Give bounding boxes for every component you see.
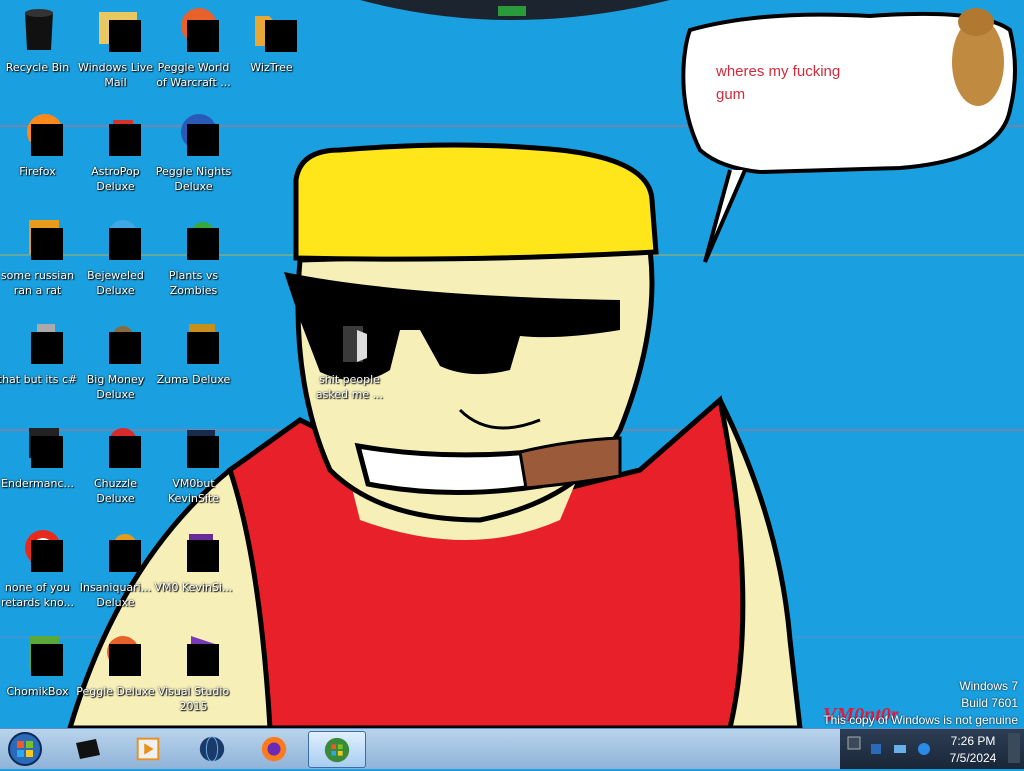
icon-label: Insaniquari... Deluxe	[79, 581, 152, 609]
icon-label: shit people asked me ...	[315, 373, 384, 401]
chomikbox-icon	[15, 630, 63, 678]
money-bag-icon	[93, 318, 141, 366]
icon-label: Endermanc...	[1, 477, 74, 490]
media-player-icon	[136, 737, 160, 760]
vm-icon	[171, 422, 219, 470]
desktop-icon-windows-live-mail[interactable]: Windows Live Mail	[78, 2, 156, 102]
mail-icon	[93, 6, 141, 54]
speech-bubble-text: wheres my fucking gum	[716, 60, 840, 106]
desktop-icon-visual-studio[interactable]: Visual Studio 2015	[156, 626, 234, 726]
desktop-icon-insaniquarium[interactable]: Insaniquari... Deluxe	[78, 522, 156, 622]
icon-label: VM0 KevinSi...	[154, 581, 233, 594]
desktop-icon-vm0but-kevinsite[interactable]: VM0but KevinSite	[156, 418, 234, 518]
windows-watermark: Windows 7 Build 7601 This copy of Window…	[823, 678, 1018, 728]
desktop-icon-bejeweled[interactable]: Bejeweled Deluxe	[78, 210, 156, 310]
clock-time[interactable]: 7:26 PM	[930, 734, 1016, 748]
icon-label: none of you retards kno...	[0, 581, 74, 609]
desktop-icon-peggle-wow[interactable]: Peggle World of Warcraft ...	[156, 2, 234, 102]
fish-icon	[93, 526, 141, 574]
peggle-deluxe-icon	[93, 630, 141, 678]
icon-label: AstroPop Deluxe	[91, 165, 140, 193]
taskbar: 7:26 PM 7/5/2024	[0, 728, 1024, 769]
dark-box-icon	[76, 738, 100, 759]
desktop-icon-firefox[interactable]: Firefox	[0, 106, 78, 206]
firefox-icon	[261, 736, 287, 761]
taskbar-app-dark[interactable]	[60, 731, 116, 766]
start-button[interactable]	[6, 731, 44, 767]
shortcut-icon	[15, 318, 63, 366]
speech-line-2: gum	[716, 86, 746, 103]
icon-label: some russian ran a rat	[0, 269, 75, 297]
desktop-icon-chomikbox[interactable]: ChomikBox	[0, 626, 78, 726]
firefox-icon	[15, 110, 63, 158]
action-center-icon[interactable]	[846, 735, 862, 751]
desktop-icon-zuma[interactable]: Zuma Deluxe	[156, 314, 234, 414]
desktop-icon-peggle-deluxe[interactable]: Peggle Deluxe	[76, 626, 156, 726]
desktop-icon-vm0-kevinsite[interactable]: VM0 KevinSi...	[154, 522, 234, 622]
icon-label: ChomikBox	[6, 685, 69, 698]
bejeweled-icon	[93, 214, 141, 262]
icon-label: Big Money Deluxe	[86, 373, 145, 401]
recycle-bin-icon	[15, 6, 63, 54]
icon-label: Plants vs Zombies	[168, 269, 219, 297]
desktop-icon-recycle-bin[interactable]: Recycle Bin	[0, 2, 78, 102]
icon-label: that but its c#	[0, 373, 78, 386]
red-circle-icon	[15, 526, 63, 574]
peggle-icon	[171, 6, 219, 54]
icon-label: Chuzzle Deluxe	[94, 477, 137, 505]
vm-purple-icon	[171, 526, 219, 574]
display-icon[interactable]	[892, 741, 908, 757]
desktop-icon-big-money[interactable]: Big Money Deluxe	[78, 314, 156, 414]
chuzzle-icon	[93, 422, 141, 470]
desktop-icon-pvz[interactable]: Plants vs Zombies	[156, 210, 234, 310]
icon-label: Windows Live Mail	[77, 61, 154, 89]
watermark-build: Build 7601	[961, 696, 1018, 710]
visual-studio-icon	[171, 630, 219, 678]
icon-label: Firefox	[19, 165, 56, 178]
file-icon	[327, 318, 375, 366]
taskbar-app-media[interactable]	[120, 731, 176, 766]
console-icon	[15, 422, 63, 470]
astropop-icon	[93, 110, 141, 158]
icon-label: Zuma Deluxe	[156, 373, 231, 386]
peggle-nights-icon	[171, 110, 219, 158]
desktop-icon-shit-people-asked[interactable]: shit people asked me ...	[312, 314, 390, 414]
icon-label: Peggle Deluxe	[76, 685, 155, 698]
taskbar-app-globe[interactable]	[184, 731, 240, 766]
desktop-icon-astropop[interactable]: AstroPop Deluxe	[78, 106, 156, 206]
watermark-os: Windows 7	[959, 679, 1018, 693]
watermark-genuine: This copy of Windows is not genuine	[823, 713, 1018, 727]
taskbar-app-windows[interactable]	[308, 731, 366, 768]
desktop-icon-peggle-nights[interactable]: Peggle Nights Deluxe	[156, 106, 234, 206]
clock-date[interactable]: 7/5/2024	[930, 751, 1016, 765]
icon-label: Peggle Nights Deluxe	[155, 165, 232, 193]
desktop-icon-endermanch[interactable]: Endermanc...	[0, 418, 78, 518]
desktop-icon-wiztree[interactable]: WizTree	[234, 2, 312, 102]
desktop-icon-that-but-csharp[interactable]: that but its c#	[0, 314, 78, 414]
program-icon	[15, 214, 63, 262]
desktop-icon-russian-rat[interactable]: some russian ran a rat	[0, 210, 78, 310]
globe-icon	[199, 735, 225, 762]
icon-label: Recycle Bin	[5, 61, 70, 74]
speech-line-1: wheres my fucking	[716, 63, 841, 80]
desktop-icon-chuzzle[interactable]: Chuzzle Deluxe	[78, 418, 156, 518]
windows-logo-icon	[324, 737, 350, 762]
desktop-icon-none-of-you[interactable]: none of you retards kno...	[0, 522, 78, 622]
icon-label: Bejeweled Deluxe	[87, 269, 144, 297]
icon-label: Peggle World of Warcraft ...	[156, 61, 231, 89]
taskbar-app-firefox[interactable]	[246, 731, 302, 766]
windows-logo-icon	[8, 732, 42, 766]
folder-icon	[249, 6, 297, 54]
icon-label: Visual Studio 2015	[157, 685, 230, 713]
icon-label: WizTree	[250, 61, 293, 74]
network-icon[interactable]	[868, 741, 884, 757]
pvz-icon	[171, 214, 219, 262]
icon-label: VM0but KevinSite	[167, 477, 220, 505]
desktop[interactable]: wheres my fucking gum Recycle Bin Window…	[0, 0, 1024, 728]
zuma-icon	[171, 318, 219, 366]
